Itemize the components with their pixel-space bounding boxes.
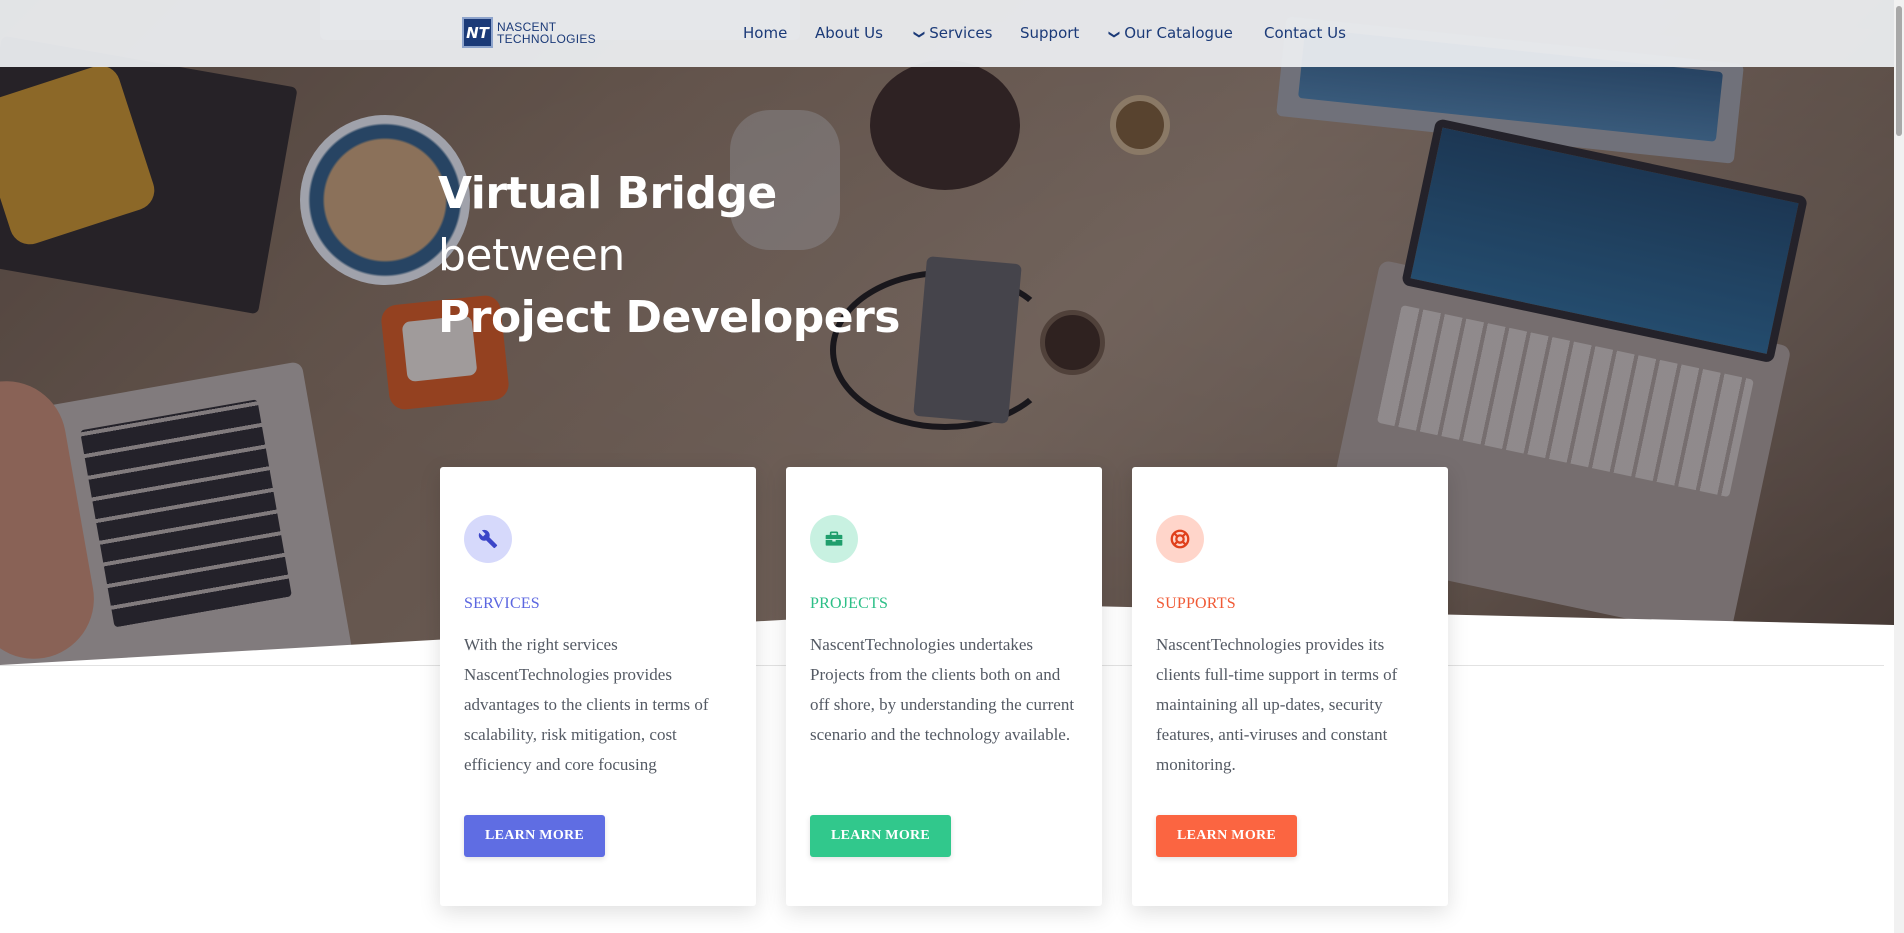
nav-item-label: Support — [1020, 24, 1080, 42]
nav-item-home[interactable]: Home — [743, 24, 787, 42]
life-ring-icon — [1156, 515, 1204, 563]
brand-name-line1: NASCENT — [497, 19, 557, 34]
brand-logo-icon: NT — [462, 17, 493, 48]
card-description: NascentTechnologies undertakes Projects … — [810, 635, 1075, 744]
nav-item-services[interactable]: ❯ Services — [913, 24, 993, 42]
scrollbar-thumb[interactable] — [1896, 6, 1902, 136]
learn-more-button[interactable]: LEARN MORE — [464, 815, 606, 857]
hero-headline-line1: Virtual Bridge — [438, 168, 777, 219]
nav-item-about-us[interactable]: About Us — [815, 24, 883, 42]
hero-headline: Virtual Bridge between Project Developer… — [438, 163, 900, 349]
supports-card: SUPPORTS NascentTechnologies provides it… — [1132, 467, 1448, 906]
nav-item-support[interactable]: Support — [1020, 24, 1079, 42]
briefcase-icon — [810, 515, 858, 563]
nav-item-our-catalogue[interactable]: ❯ Our Catalogue — [1108, 24, 1233, 42]
projects-card: PROJECTS NascentTechnologies undertakes … — [786, 467, 1102, 906]
nav-item-label: About Us — [815, 24, 883, 42]
services-card: SERVICES With the right services Nascent… — [440, 467, 756, 906]
page-scrollbar[interactable] — [1894, 0, 1904, 933]
card-description: With the right services NascentTechnolog… — [464, 635, 709, 774]
card-description: NascentTechnologies provides its clients… — [1156, 635, 1398, 774]
top-navbar: NT NASCENT TECHNOLOGIES Home About Us ❯ S… — [0, 0, 1894, 67]
card-title: PROJECTS — [810, 595, 889, 612]
chevron-down-icon: ❯ — [1108, 29, 1122, 40]
brand-name-line2: TECHNOLOGIES — [497, 31, 596, 46]
card-title: SERVICES — [464, 595, 540, 612]
nav-item-label: Our Catalogue — [1124, 24, 1233, 42]
brand-logo-link[interactable]: NT NASCENT TECHNOLOGIES — [462, 17, 596, 48]
hero-headline-line2: between — [438, 230, 625, 281]
nav-item-label: Home — [743, 24, 788, 42]
nav-item-label: Contact Us — [1264, 24, 1346, 42]
learn-more-button[interactable]: LEARN MORE — [810, 815, 952, 857]
nav-item-contact-us[interactable]: Contact Us — [1264, 24, 1346, 42]
chevron-down-icon: ❯ — [913, 29, 927, 40]
nav-item-label: Services — [929, 24, 993, 42]
brand-name: NASCENT TECHNOLOGIES — [497, 21, 596, 45]
wrench-icon — [464, 515, 512, 563]
card-title: SUPPORTS — [1156, 595, 1236, 612]
learn-more-button[interactable]: LEARN MORE — [1156, 815, 1298, 857]
hero-headline-line3: Project Developers — [438, 292, 900, 343]
